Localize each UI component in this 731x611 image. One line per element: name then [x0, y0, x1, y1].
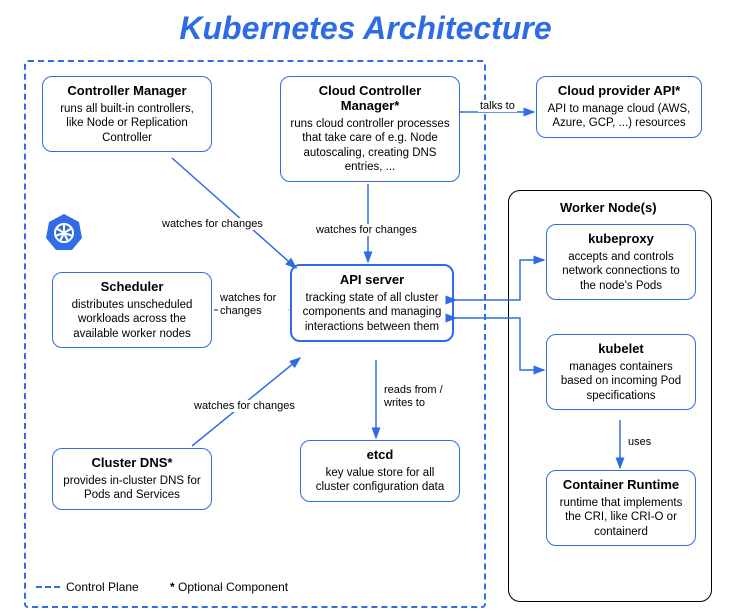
legend-label: Control Plane [66, 580, 139, 594]
edge-label-watches-dns: watches for changes [192, 400, 297, 412]
legend-optional: * Optional Component [170, 580, 288, 594]
cloud-controller-manager-node: Cloud Controller Manager* runs cloud con… [280, 76, 460, 182]
node-title: Cloud provider API* [545, 83, 693, 98]
diagram-title: Kubernetes Architecture [0, 0, 731, 47]
edge-label-watches-scheduler: watches for changes [218, 292, 288, 318]
node-desc: provides in-cluster DNS for Pods and Ser… [61, 474, 203, 503]
api-server-node: API server tracking state of all cluster… [290, 264, 454, 342]
cloud-provider-api-node: Cloud provider API* API to manage cloud … [536, 76, 702, 138]
edge-label-talks-to: talks to [478, 100, 517, 112]
legend-control-plane: Control Plane [36, 580, 139, 594]
kubeproxy-node: kubeproxy kubelet accepts and controls n… [546, 224, 696, 300]
node-title: Scheduler [61, 279, 203, 294]
scheduler-node: Scheduler distributes unscheduled worklo… [52, 272, 212, 348]
container-runtime-node: Container Runtime runtime that implement… [546, 470, 696, 546]
cluster-dns-node: Cluster DNS* provides in-cluster DNS for… [52, 448, 212, 510]
node-desc: tracking state of all cluster components… [300, 291, 444, 334]
node-title: etcd [309, 447, 451, 462]
kubelet-node: kubelet manages containers based on inco… [546, 334, 696, 410]
node-desc: runs cloud controller processes that tak… [289, 117, 451, 175]
edge-label-reads-writes: reads from / writes to [382, 384, 454, 410]
worker-node-title: Worker Node(s) [560, 200, 657, 215]
node-desc: key value store for all cluster configur… [309, 466, 451, 495]
edge-label-watches-ccm: watches for changes [314, 224, 419, 236]
node-title: Controller Manager [51, 83, 203, 98]
node-title: kubeproxy [555, 231, 687, 246]
legend-dash-icon [36, 586, 60, 588]
node-title: kubelet [555, 341, 687, 356]
legend-label: Optional Component [178, 580, 288, 594]
node-desc: distributes unscheduled workloads across… [61, 298, 203, 341]
node-desc: manages containers based on incoming Pod… [555, 360, 687, 403]
node-title: Cloud Controller Manager* [289, 83, 451, 113]
kubernetes-logo-icon [44, 212, 84, 252]
controller-manager-node: Controller Manager runs all built-in con… [42, 76, 212, 152]
legend-star: * [170, 580, 175, 594]
node-desc: accepts and controls network connections… [555, 250, 687, 293]
node-desc: API to manage cloud (AWS, Azure, GCP, ..… [545, 102, 693, 131]
edge-label-watches-cm: watches for changes [160, 218, 265, 230]
node-title: API server [300, 272, 444, 287]
edge-label-uses: uses [626, 436, 653, 448]
node-title: Cluster DNS* [61, 455, 203, 470]
node-desc: runs all built-in controllers, like Node… [51, 102, 203, 145]
etcd-node: etcd key value store for all cluster con… [300, 440, 460, 502]
node-desc: runtime that implements the CRI, like CR… [555, 496, 687, 539]
node-title: Container Runtime [555, 477, 687, 492]
